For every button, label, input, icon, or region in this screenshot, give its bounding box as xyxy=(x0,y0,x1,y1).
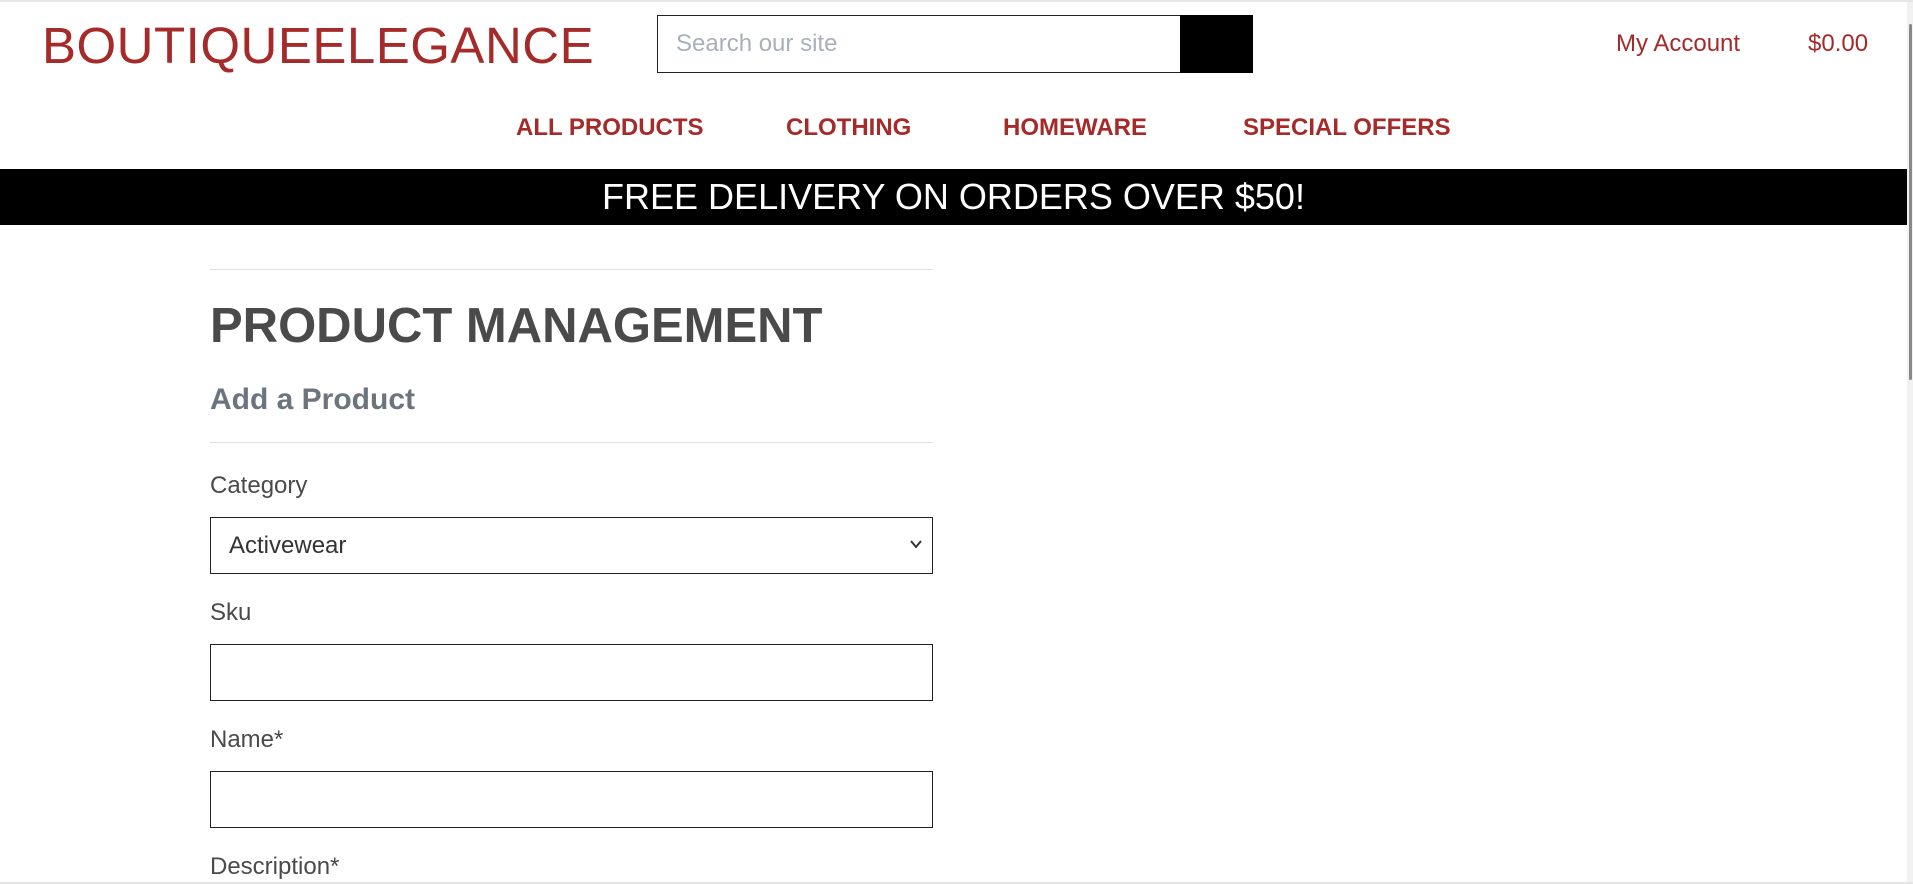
main-nav: ALL PRODUCTS CLOTHING HOMEWARE SPECIAL O… xyxy=(0,114,1913,144)
sku-label: Sku xyxy=(210,599,252,626)
cart-total-link[interactable]: $0.00 xyxy=(1808,30,1868,58)
divider xyxy=(210,442,933,443)
description-label: Description* xyxy=(210,853,340,880)
sku-input[interactable] xyxy=(210,644,933,701)
nav-item-homeware[interactable]: HOMEWARE xyxy=(1003,114,1147,142)
name-label: Name* xyxy=(210,726,284,753)
scrollbar-thumb[interactable] xyxy=(1909,24,1912,380)
search-button[interactable] xyxy=(1180,15,1253,73)
page-subtitle: Add a Product xyxy=(210,383,416,416)
page-title: PRODUCT MANAGEMENT xyxy=(210,299,823,353)
divider xyxy=(210,269,933,270)
category-label: Category xyxy=(210,472,308,499)
category-select[interactable]: Activewear xyxy=(210,517,933,574)
chevron-down-icon xyxy=(910,540,922,549)
nav-item-clothing[interactable]: CLOTHING xyxy=(786,114,911,142)
category-selected-value: Activewear xyxy=(229,532,347,559)
nav-item-special-offers[interactable]: SPECIAL OFFERS xyxy=(1243,114,1451,142)
my-account-link[interactable]: My Account xyxy=(1616,30,1740,58)
site-logo[interactable]: BOUTIQUEELEGANCE xyxy=(42,16,594,75)
nav-item-all-products[interactable]: ALL PRODUCTS xyxy=(516,114,704,142)
delivery-banner: FREE DELIVERY ON ORDERS OVER $50! xyxy=(0,169,1913,225)
product-management-section: PRODUCT MANAGEMENT Add a Product Categor… xyxy=(210,269,933,882)
scrollbar[interactable] xyxy=(1907,2,1913,884)
page: BOUTIQUEELEGANCE My Account $0.00 ALL PR… xyxy=(0,0,1913,884)
search-input[interactable] xyxy=(657,15,1180,73)
name-input[interactable] xyxy=(210,771,933,828)
search-bar xyxy=(657,15,1253,73)
